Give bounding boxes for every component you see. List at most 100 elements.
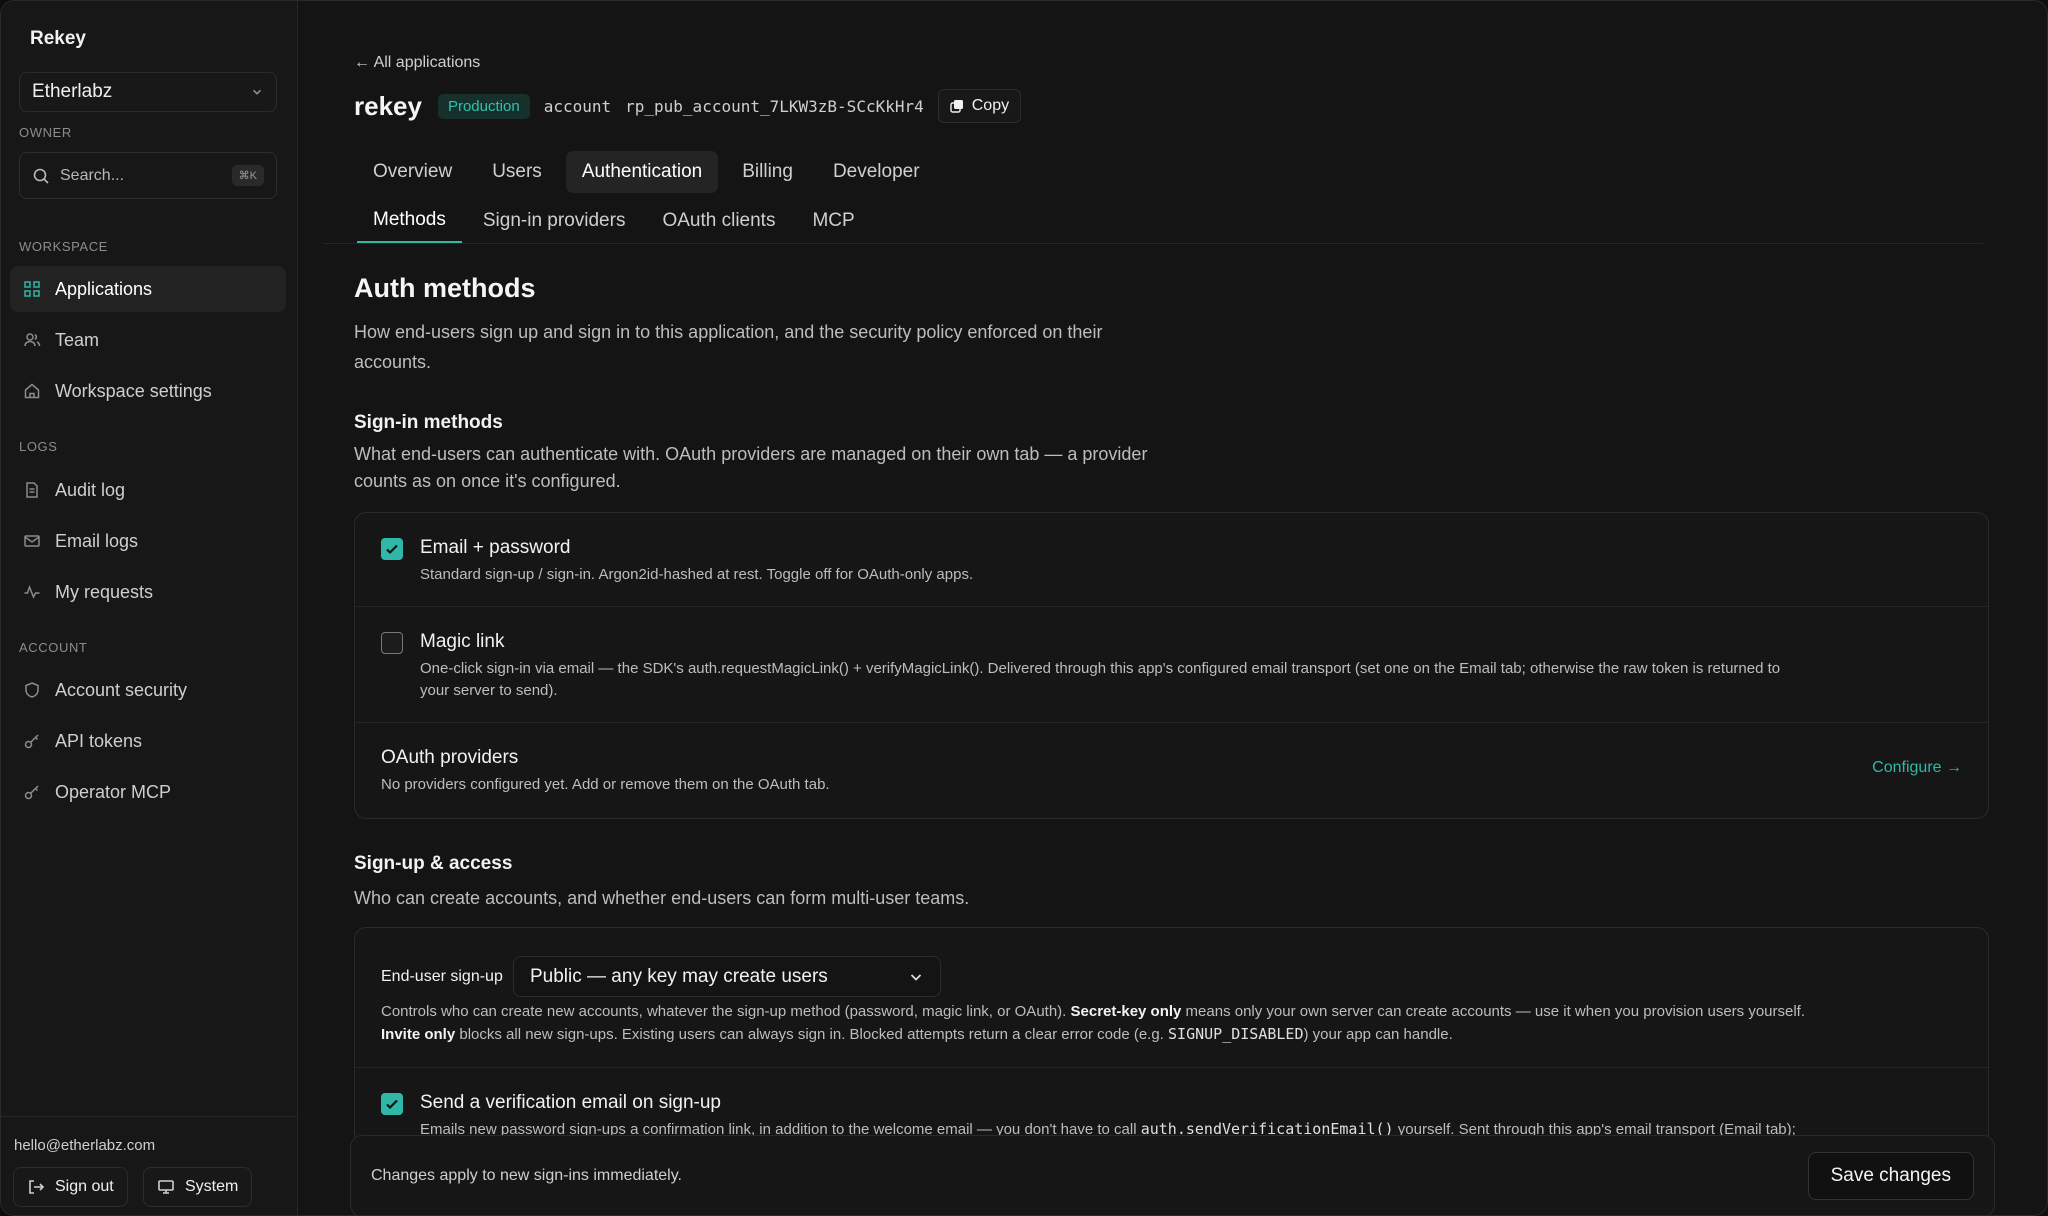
user-email: hello@etherlabz.com <box>14 1137 156 1154</box>
sidebar-item-audit-log[interactable]: Audit log <box>10 467 286 513</box>
method-magic-link: Magic link One-click sign-in via email —… <box>355 607 1988 723</box>
tab-authentication[interactable]: Authentication <box>565 151 719 193</box>
theme-button[interactable]: System <box>143 1167 253 1207</box>
org-name: Etherlabz <box>32 81 113 102</box>
sidebar-item-my-requests[interactable]: My requests <box>10 569 286 615</box>
magic-link-checkbox[interactable] <box>381 632 403 654</box>
public-key: rp_pub_account_7LKW3zB-SCcKkHr4 <box>625 96 924 116</box>
search-icon <box>33 168 49 184</box>
logs-label: LOGS <box>19 439 58 454</box>
tab-overview[interactable]: Overview <box>357 151 468 193</box>
desc-emphasis: Invite only <box>381 1026 456 1043</box>
app-name: rekey <box>354 90 422 121</box>
tab-developer[interactable]: Developer <box>817 151 936 193</box>
mail-icon <box>22 531 42 551</box>
tab-users[interactable]: Users <box>476 151 558 193</box>
copy-label: Copy <box>971 97 1010 114</box>
save-bar-text: Changes apply to new sign-ins immediatel… <box>371 1167 682 1184</box>
sidebar-item-email-logs[interactable]: Email logs <box>10 518 286 564</box>
sidebar-item-api-tokens[interactable]: API tokens <box>10 718 286 764</box>
signin-methods-card: Email + password Standard sign-up / sign… <box>354 512 1989 819</box>
main-tabs: Overview Users Authentication Billing De… <box>357 151 936 193</box>
owner-label: OWNER <box>19 125 72 140</box>
subtab-methods[interactable]: Methods <box>357 199 462 243</box>
signin-methods-desc: What end-users can authenticate with. OA… <box>354 441 1147 495</box>
sign-out-icon <box>29 1180 45 1194</box>
account-label: ACCOUNT <box>19 640 88 655</box>
subtab-mcp[interactable]: MCP <box>796 199 870 243</box>
save-bar: Changes apply to new sign-ins immediatel… <box>350 1135 1995 1215</box>
sidebar-item-applications[interactable]: Applications <box>10 266 286 312</box>
home-icon <box>22 381 42 401</box>
sign-out-label: Sign out <box>55 1178 114 1195</box>
signup-access-desc: Who can create accounts, and whether end… <box>354 888 970 908</box>
copy-button[interactable]: Copy <box>937 89 1022 123</box>
error-code: SIGNUP_DISABLED <box>1168 1025 1304 1043</box>
method-oauth-providers: OAuth providers No providers configured … <box>355 723 1988 818</box>
search-shortcut: ⌘K <box>231 165 264 186</box>
sidebar-item-operator-mcp[interactable]: Operator MCP <box>10 769 286 815</box>
grid-icon <box>22 279 42 299</box>
workspace-label: WORKSPACE <box>19 239 108 254</box>
sidebar-item-label: Workspace settings <box>55 380 212 401</box>
tab-billing[interactable]: Billing <box>726 151 809 193</box>
brand-name: Rekey <box>30 28 86 49</box>
search-placeholder: Search... <box>60 166 125 184</box>
sign-out-button[interactable]: Sign out <box>13 1167 128 1207</box>
signup-access-title: Sign-up & access <box>354 853 513 874</box>
sidebar-item-workspace-settings[interactable]: Workspace settings <box>10 368 286 414</box>
sub-tabs: Methods Sign-in providers OAuth clients … <box>357 199 876 243</box>
signup-policy-desc: Controls who can create new accounts, wh… <box>381 1001 1971 1046</box>
sidebar-item-label: My requests <box>55 581 154 602</box>
check-icon <box>386 1099 398 1110</box>
verify-email-checkbox[interactable] <box>381 1093 403 1115</box>
magic-link-desc: One-click sign-in via email — the SDK's … <box>420 658 1970 702</box>
sidebar-item-team[interactable]: Team <box>10 317 286 363</box>
signup-policy-label: End-user sign-up <box>381 968 503 985</box>
magic-link-desc-line: your server to send). <box>420 682 558 699</box>
sidebar-item-label: API tokens <box>55 730 143 751</box>
sidebar-item-label: Team <box>55 329 100 350</box>
chevron-down-icon <box>910 973 922 981</box>
monitor-icon <box>158 1180 174 1194</box>
signup-policy-select[interactable]: Public — any key may create users <box>513 956 941 997</box>
oauth-providers-title: OAuth providers <box>381 747 519 768</box>
signin-desc-line: What end-users can authenticate with. OA… <box>354 444 1148 464</box>
signup-policy-value: Public — any key may create users <box>530 965 828 987</box>
key-label: account <box>543 96 612 116</box>
email-password-checkbox[interactable] <box>381 538 403 560</box>
page-intro-line: How end-users sign up and sign in to thi… <box>354 322 1103 342</box>
file-icon <box>22 480 42 500</box>
configure-oauth-link[interactable]: Configure → <box>1872 759 1962 777</box>
activity-icon <box>22 582 42 602</box>
oauth-providers-desc: No providers configured yet. Add or remo… <box>381 776 830 793</box>
app-window: Rekey Etherlabz OWNER Search... ⌘K WORKS… <box>0 0 2048 1216</box>
desc-text: ) your app can handle. <box>1303 1026 1453 1043</box>
users-icon <box>22 330 42 350</box>
desc-text: blocks all new sign-ups. Existing users … <box>455 1026 1169 1043</box>
key-icon <box>22 782 42 802</box>
signin-desc-line: counts as on once it's configured. <box>354 471 621 491</box>
subtab-sign-in-providers[interactable]: Sign-in providers <box>467 199 642 243</box>
sidebar-item-label: Audit log <box>55 479 126 500</box>
method-email-password: Email + password Standard sign-up / sign… <box>355 513 1988 607</box>
sidebar-footer: hello@etherlabz.com Sign out System <box>1 1116 298 1215</box>
magic-link-desc-line: One-click sign-in via email — the SDK's … <box>420 660 1781 677</box>
search-input[interactable]: Search... ⌘K <box>19 152 277 199</box>
page-intro: How end-users sign up and sign in to thi… <box>354 317 1102 377</box>
sidebar-item-label: Applications <box>55 278 153 299</box>
env-badge: Production <box>437 93 530 119</box>
subtab-oauth-clients[interactable]: OAuth clients <box>646 199 791 243</box>
magic-link-title: Magic link <box>420 631 505 652</box>
save-changes-button[interactable]: Save changes <box>1807 1152 1974 1200</box>
page-intro-line: accounts. <box>354 352 432 372</box>
sidebar-item-account-security[interactable]: Account security <box>10 667 286 713</box>
sidebar-item-label: Account security <box>55 679 188 700</box>
desc-text: means only your own server can create ac… <box>1181 1003 1806 1020</box>
verify-email-title: Send a verification email on sign-up <box>420 1092 722 1113</box>
back-link[interactable]: ← All applications <box>354 54 480 72</box>
check-icon <box>386 544 398 555</box>
email-password-desc: Standard sign-up / sign-in. Argon2id-has… <box>420 566 974 583</box>
copy-icon <box>950 100 963 113</box>
org-switcher[interactable]: Etherlabz <box>19 72 277 112</box>
